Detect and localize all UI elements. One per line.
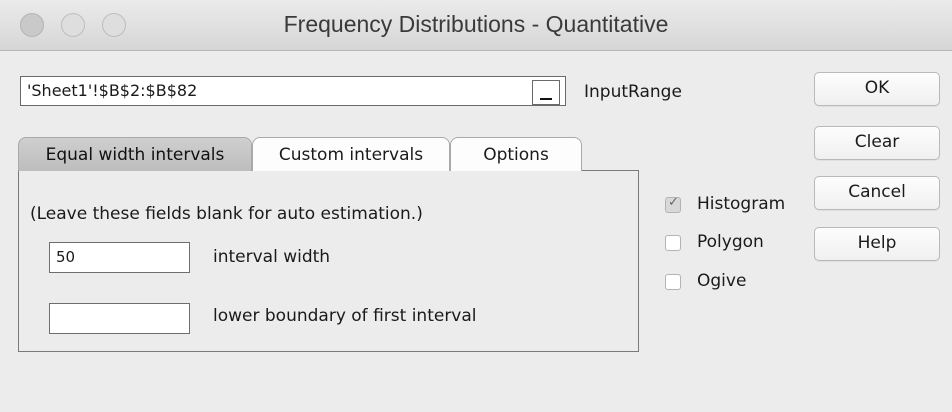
polygon-label: Polygon xyxy=(697,232,764,252)
clear-button[interactable]: Clear xyxy=(814,126,940,160)
auto-estimation-hint: (Leave these fields blank for auto estim… xyxy=(30,204,423,224)
ogive-label: Ogive xyxy=(697,271,747,291)
tab-custom-intervals[interactable]: Custom intervals xyxy=(252,137,450,171)
interval-width-input[interactable]: 50 xyxy=(49,242,190,273)
polygon-checkbox[interactable] xyxy=(665,235,681,251)
cancel-button[interactable]: Cancel xyxy=(814,176,940,210)
title-bar: Frequency Distributions - Quantitative xyxy=(0,0,952,51)
window-title: Frequency Distributions - Quantitative xyxy=(283,11,669,37)
range-select-button[interactable] xyxy=(532,80,560,105)
tab-equal-width-intervals[interactable]: Equal width intervals xyxy=(18,137,252,171)
checkmark-icon: ✓ xyxy=(668,195,679,210)
histogram-checkbox[interactable]: ✓ xyxy=(665,195,681,213)
histogram-label: Histogram xyxy=(697,194,786,214)
interval-width-label: interval width xyxy=(213,247,331,267)
lower-boundary-input[interactable] xyxy=(49,303,190,334)
lower-boundary-label: lower boundary of first interval xyxy=(213,306,477,326)
input-range-field[interactable]: 'Sheet1'!$B$2:$B$82 xyxy=(20,76,566,106)
range-select-icon xyxy=(540,98,552,100)
help-button[interactable]: Help xyxy=(814,227,940,261)
ogive-checkbox[interactable] xyxy=(665,274,681,290)
ok-button[interactable]: OK xyxy=(814,72,940,106)
input-range-label: InputRange xyxy=(584,82,682,102)
tab-options[interactable]: Options xyxy=(450,137,582,171)
